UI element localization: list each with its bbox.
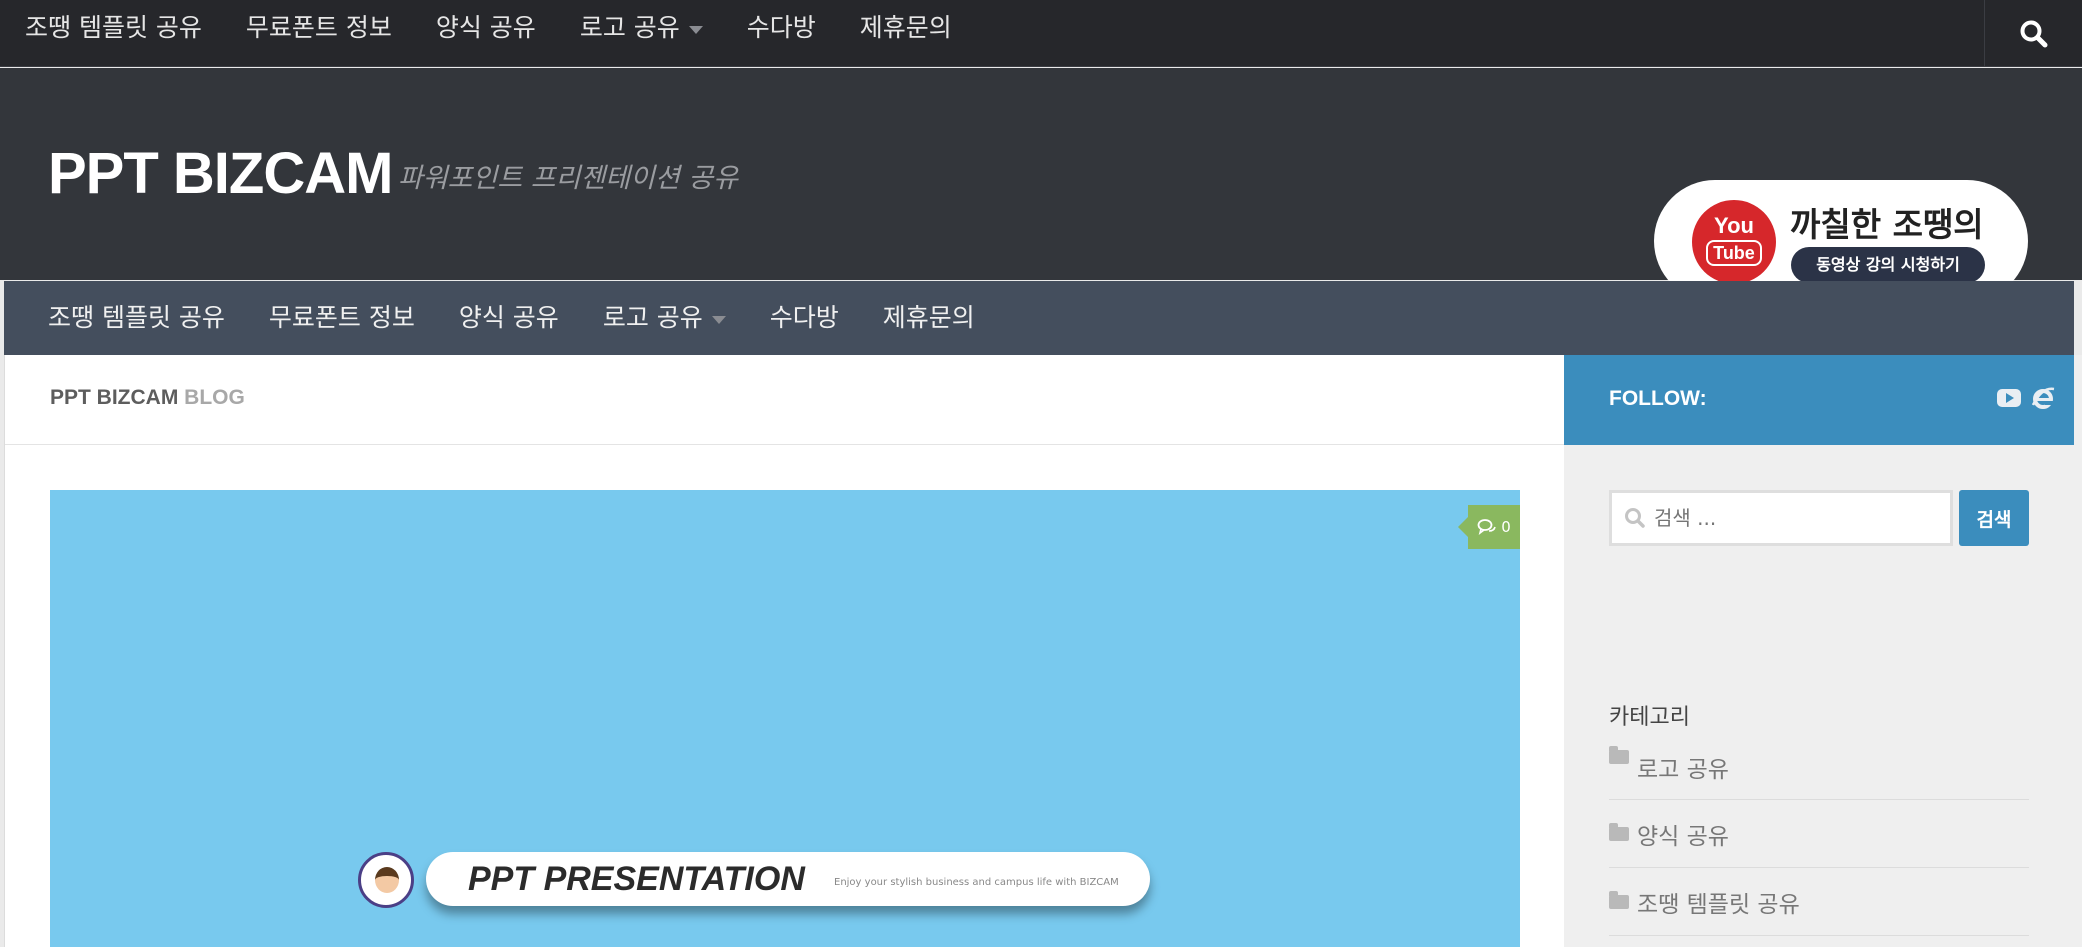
comment-count: 0 bbox=[1501, 518, 1511, 536]
top-nav-label: 조땡 템플릿 공유 bbox=[25, 13, 202, 42]
page-heading: PPT BIZCAM BLOG bbox=[5, 355, 1565, 445]
top-nav-label: 무료폰트 정보 bbox=[245, 13, 392, 42]
youtube-logo-tube: Tube bbox=[1706, 240, 1762, 266]
search-toggle-button[interactable] bbox=[1984, 0, 2082, 67]
search-icon bbox=[1625, 508, 1645, 528]
top-bar: 조땡 템플릿 공유 무료폰트 정보 양식 공유 로고 공유 수다방 제휴문의 bbox=[0, 0, 2082, 67]
top-nav-item-forms[interactable]: 양식 공유 bbox=[414, 0, 558, 56]
search-form bbox=[1609, 490, 1953, 546]
search-button[interactable]: 검색 bbox=[1959, 490, 2029, 546]
folder-icon bbox=[1609, 746, 1629, 764]
youtube-icon: You Tube bbox=[1692, 200, 1776, 284]
category-label: 로고 공유 bbox=[1637, 757, 1729, 783]
search-input[interactable] bbox=[1654, 506, 1934, 530]
top-nav-label: 로고 공유 bbox=[579, 13, 680, 42]
caret-down-icon bbox=[711, 316, 726, 324]
main-nav-label: 조땡 템플릿 공유 bbox=[48, 303, 225, 332]
search-icon bbox=[2020, 20, 2047, 47]
top-nav-item-fonts[interactable]: 무료폰트 정보 bbox=[224, 0, 414, 56]
page-heading-text: PPT BIZCAM BLOG bbox=[50, 386, 245, 410]
folder-icon bbox=[1609, 890, 1629, 909]
follow-bar: FOLLOW: bbox=[1564, 355, 2074, 445]
folder-icon bbox=[1609, 822, 1629, 841]
caret-down-icon bbox=[688, 26, 703, 34]
main-nav-label: 제휴문의 bbox=[882, 303, 975, 332]
banner-title: 까칠한 조땡의 bbox=[1790, 205, 1984, 244]
image-title-bar: PPT PRESENTATION Enjoy your stylish busi… bbox=[426, 852, 1150, 906]
top-nav-label: 수다방 bbox=[746, 13, 816, 42]
sidebar: FOLLOW: 검색 카테고리 로고 공유 양식 공유 조땡 템플릿 공유 bbox=[1564, 355, 2082, 947]
banner-subtitle: 동영상 강의 시청하기 bbox=[1791, 247, 1985, 283]
main-nav-item-contact[interactable]: 제휴문의 bbox=[861, 281, 997, 355]
site-tagline: 파워포인트 프리젠테이션 공유 bbox=[398, 163, 739, 194]
top-nav-item-contact[interactable]: 제휴문의 bbox=[838, 0, 974, 56]
main-nav-label: 수다방 bbox=[769, 303, 839, 332]
featured-post-image[interactable]: 0 PPT PRESENTATION Enjoy your stylish bu… bbox=[50, 490, 1520, 947]
category-list: 로고 공유 양식 공유 조땡 템플릿 공유 bbox=[1609, 746, 2029, 936]
main-nav-item-templates[interactable]: 조땡 템플릿 공유 bbox=[4, 281, 247, 355]
top-nav: 조땡 템플릿 공유 무료폰트 정보 양식 공유 로고 공유 수다방 제휴문의 bbox=[0, 0, 974, 56]
youtube-icon[interactable] bbox=[1996, 387, 2022, 409]
main-nav-item-chat[interactable]: 수다방 bbox=[748, 281, 861, 355]
comment-count-badge[interactable]: 0 bbox=[1458, 505, 1520, 549]
category-label: 양식 공유 bbox=[1637, 823, 1729, 850]
image-title: PPT PRESENTATION bbox=[468, 860, 805, 898]
image-subtitle: Enjoy your stylish business and campus l… bbox=[834, 877, 1119, 888]
avatar bbox=[358, 852, 414, 908]
follow-label: FOLLOW: bbox=[1609, 387, 1707, 410]
page-heading-strong: PPT BIZCAM bbox=[50, 386, 179, 409]
page-heading-light: BLOG bbox=[184, 386, 245, 409]
list-item[interactable]: 조땡 템플릿 공유 bbox=[1609, 868, 2029, 936]
follow-icons bbox=[1996, 385, 2056, 411]
main-nav-item-fonts[interactable]: 무료폰트 정보 bbox=[247, 281, 437, 355]
ie-icon[interactable] bbox=[2030, 385, 2056, 411]
site-header: PPT BIZCAM 파워포인트 프리젠테이션 공유 You Tube 까칠한 … bbox=[0, 68, 2082, 302]
categories-title: 카테고리 bbox=[1609, 705, 1690, 730]
main-nav-label: 무료폰트 정보 bbox=[268, 303, 415, 332]
main-nav-item-logos[interactable]: 로고 공유 bbox=[581, 281, 748, 355]
category-label: 조땡 템플릿 공유 bbox=[1637, 891, 1800, 918]
comment-icon bbox=[1477, 519, 1496, 535]
site-title[interactable]: PPT BIZCAM bbox=[48, 140, 393, 207]
list-item[interactable]: 양식 공유 bbox=[1609, 800, 2029, 868]
top-nav-label: 양식 공유 bbox=[435, 13, 536, 42]
main-nav-label: 로고 공유 bbox=[602, 303, 703, 332]
main-nav: 조땡 템플릿 공유 무료폰트 정보 양식 공유 로고 공유 수다방 제휴문의 bbox=[4, 281, 2074, 355]
main-content: PPT BIZCAM BLOG 0 PPT PRESENTATION Enjoy… bbox=[4, 355, 1565, 947]
list-item[interactable]: 로고 공유 bbox=[1609, 746, 2029, 800]
main-nav-label: 양식 공유 bbox=[458, 303, 559, 332]
top-nav-label: 제휴문의 bbox=[859, 13, 952, 42]
top-nav-item-logos[interactable]: 로고 공유 bbox=[558, 0, 725, 56]
main-nav-item-forms[interactable]: 양식 공유 bbox=[437, 281, 581, 355]
top-nav-item-chat[interactable]: 수다방 bbox=[725, 0, 838, 56]
top-nav-item-templates[interactable]: 조땡 템플릿 공유 bbox=[0, 0, 224, 56]
youtube-logo-you: You bbox=[1714, 213, 1754, 238]
